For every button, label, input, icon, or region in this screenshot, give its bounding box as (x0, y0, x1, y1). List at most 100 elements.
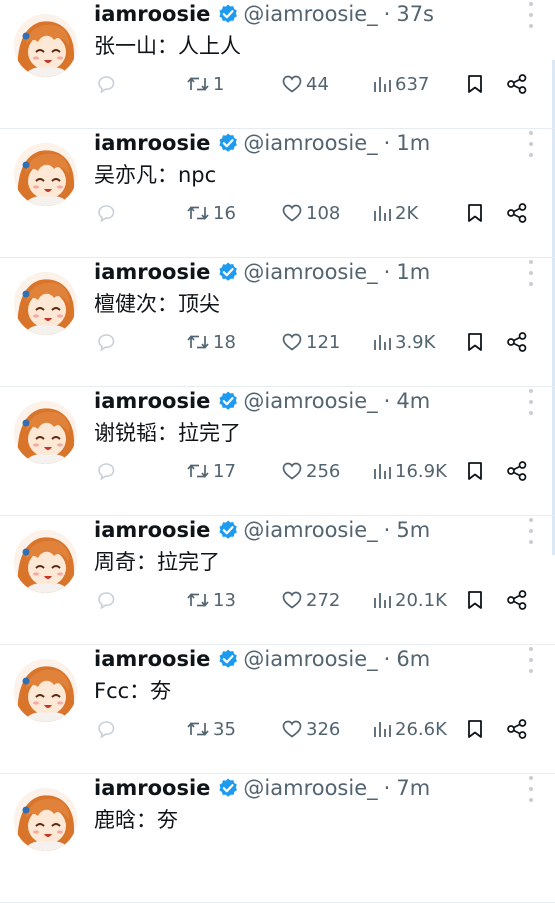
display-name[interactable]: iamroosie (94, 776, 210, 800)
display-name[interactable]: iamroosie (94, 389, 210, 413)
more-icon[interactable] (527, 260, 535, 286)
share-button[interactable] (505, 197, 529, 229)
views-button[interactable]: 2K (372, 197, 418, 229)
handle[interactable]: @iamroosie_ (243, 2, 377, 26)
bookmark-icon (468, 75, 482, 93)
share-icon (507, 590, 527, 610)
views-button[interactable]: 16.9K (372, 455, 447, 487)
display-name[interactable]: iamroosie (94, 518, 210, 542)
reply-icon (98, 721, 115, 739)
heart-icon (282, 591, 302, 609)
tweet-2[interactable]: iamroosie @iamroosie_ · 1m 吴亦凡：npc 16 10… (0, 129, 555, 258)
handle[interactable]: @iamroosie_ (243, 776, 377, 800)
tweet-6[interactable]: iamroosie @iamroosie_ · 6m Fcc：夯 35 326 … (0, 645, 555, 774)
timestamp[interactable]: 37s (396, 2, 434, 26)
handle[interactable]: @iamroosie_ (243, 260, 377, 284)
tweet-header: iamroosie @iamroosie_ · 7m (94, 768, 430, 808)
reply-button[interactable] (95, 326, 117, 358)
like-button[interactable]: 256 (281, 455, 340, 487)
verified-badge-icon (217, 261, 239, 283)
tweet-3[interactable]: iamroosie @iamroosie_ · 1m 檀健次：顶尖 18 121… (0, 258, 555, 387)
retweet-count: 16 (213, 202, 236, 224)
views-button[interactable]: 3.9K (372, 326, 435, 358)
handle[interactable]: @iamroosie_ (243, 389, 377, 413)
views-button[interactable]: 26.6K (372, 713, 447, 745)
separator-dot: · (383, 518, 391, 542)
tweet-7[interactable]: iamroosie @iamroosie_ · 7m 鹿晗：夯 (0, 774, 555, 903)
like-button[interactable]: 44 (281, 68, 329, 100)
timestamp[interactable]: 6m (396, 647, 430, 671)
tweet-1[interactable]: iamroosie @iamroosie_ · 37s 张一山：人上人 1 44… (0, 0, 555, 129)
display-name[interactable]: iamroosie (94, 647, 210, 671)
display-name[interactable]: iamroosie (94, 2, 210, 26)
like-button[interactable]: 272 (281, 584, 340, 616)
bookmark-button[interactable] (465, 584, 485, 616)
bookmark-button[interactable] (465, 326, 485, 358)
retweet-icon (187, 722, 209, 736)
display-name[interactable]: iamroosie (94, 260, 210, 284)
share-button[interactable] (505, 326, 529, 358)
retweet-count: 35 (213, 718, 236, 740)
retweet-icon (187, 593, 209, 607)
display-name[interactable]: iamroosie (94, 131, 210, 155)
tweet-header: iamroosie @iamroosie_ · 1m (94, 252, 430, 292)
tweet-text: 张一山：人上人 (94, 34, 241, 58)
handle[interactable]: @iamroosie_ (243, 131, 377, 155)
retweet-button[interactable]: 13 (186, 584, 236, 616)
retweet-button[interactable]: 16 (186, 197, 236, 229)
handle[interactable]: @iamroosie_ (243, 518, 377, 542)
retweet-button[interactable]: 35 (186, 713, 236, 745)
bookmark-button[interactable] (465, 455, 485, 487)
tweet-4[interactable]: iamroosie @iamroosie_ · 4m 谢锐韬：拉完了 17 25… (0, 387, 555, 516)
views-icon (374, 335, 391, 350)
views-button[interactable]: 637 (372, 68, 429, 100)
reply-button[interactable] (95, 584, 117, 616)
tweet-header: iamroosie @iamroosie_ · 1m (94, 123, 430, 163)
reply-button[interactable] (95, 68, 117, 100)
separator-dot: · (383, 776, 391, 800)
bookmark-button[interactable] (465, 713, 485, 745)
share-icon (507, 74, 527, 94)
share-button[interactable] (505, 713, 529, 745)
tweet-actions: 35 326 26.6K (0, 713, 555, 745)
retweet-button[interactable]: 18 (186, 326, 236, 358)
more-icon[interactable] (527, 647, 535, 673)
timestamp[interactable]: 1m (396, 260, 430, 284)
more-icon[interactable] (527, 2, 535, 28)
share-icon (507, 461, 527, 481)
share-button[interactable] (505, 68, 529, 100)
retweet-icon (187, 77, 209, 91)
like-count: 44 (306, 73, 329, 95)
separator-dot: · (383, 131, 391, 155)
share-button[interactable] (505, 584, 529, 616)
avatar[interactable] (14, 788, 77, 851)
timestamp[interactable]: 5m (396, 518, 430, 542)
reply-icon (98, 334, 115, 352)
views-button[interactable]: 20.1K (372, 584, 447, 616)
like-button[interactable]: 326 (281, 713, 340, 745)
reply-button[interactable] (95, 713, 117, 745)
view-count: 26.6K (395, 718, 447, 740)
heart-icon (282, 75, 302, 93)
timestamp[interactable]: 7m (396, 776, 430, 800)
retweet-button[interactable]: 1 (186, 68, 224, 100)
like-button[interactable]: 121 (281, 326, 340, 358)
like-button[interactable]: 108 (281, 197, 340, 229)
reply-icon (98, 205, 115, 223)
more-icon[interactable] (527, 776, 535, 802)
reply-button[interactable] (95, 455, 117, 487)
tweet-actions: 1 44 637 (0, 68, 555, 100)
timestamp[interactable]: 1m (396, 131, 430, 155)
bookmark-button[interactable] (465, 197, 485, 229)
timestamp[interactable]: 4m (396, 389, 430, 413)
retweet-button[interactable]: 17 (186, 455, 236, 487)
more-icon[interactable] (527, 389, 535, 415)
more-icon[interactable] (527, 131, 535, 157)
heart-icon (282, 720, 302, 738)
handle[interactable]: @iamroosie_ (243, 647, 377, 671)
bookmark-button[interactable] (465, 68, 485, 100)
tweet-5[interactable]: iamroosie @iamroosie_ · 5m 周奇：拉完了 13 272… (0, 516, 555, 645)
share-button[interactable] (505, 455, 529, 487)
more-icon[interactable] (527, 518, 535, 544)
reply-button[interactable] (95, 197, 117, 229)
